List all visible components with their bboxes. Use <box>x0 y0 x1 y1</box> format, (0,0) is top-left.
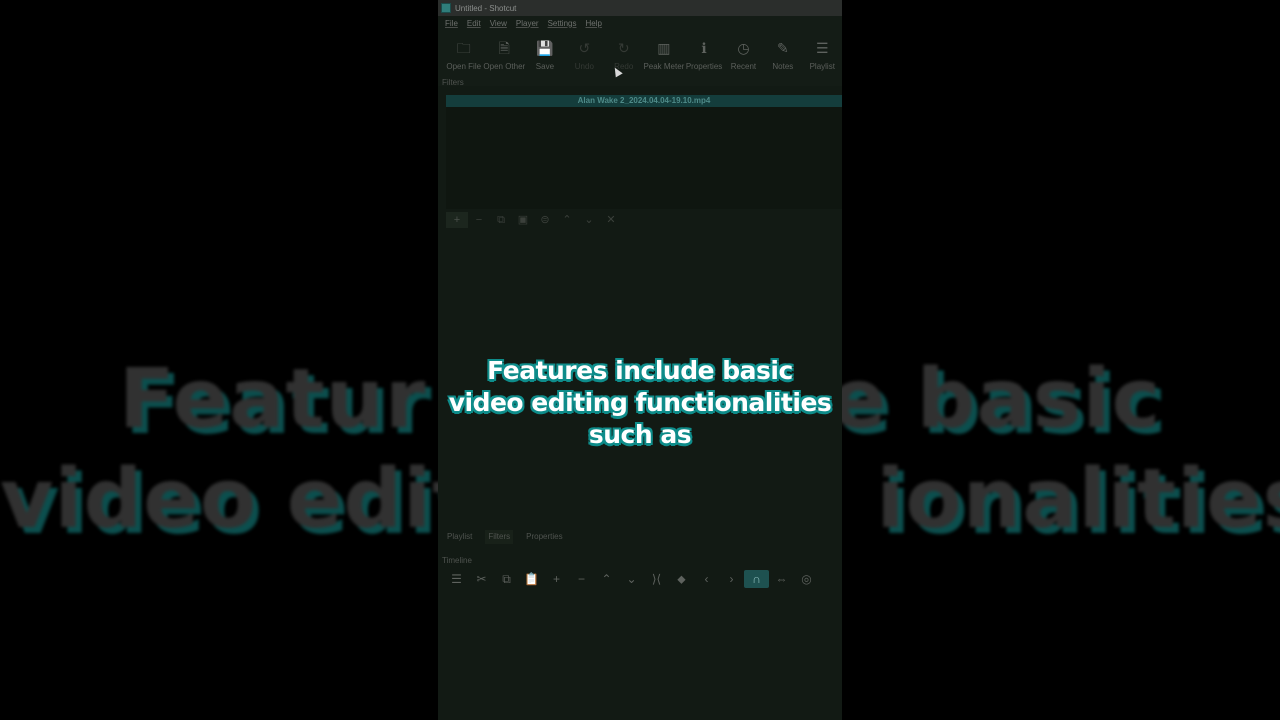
info-icon: ℹ <box>701 40 707 56</box>
ripple-icon[interactable]: ◎ <box>794 570 819 588</box>
toolbar-label: Open Other <box>483 62 526 71</box>
lift-icon[interactable]: ⌃ <box>594 570 619 588</box>
panel-tabs: Playlist Filters Properties <box>444 530 576 544</box>
caption-line3: such as <box>588 420 692 449</box>
selected-clip-name: Alan Wake 2_2024.04.04-19.10.mp4 <box>446 95 842 107</box>
filter-toolbar: + − ⧉ ▣ ⊜ ⌃ ⌄ ✕ <box>446 212 622 228</box>
timeline-menu-icon[interactable]: ☰ <box>444 570 469 588</box>
title-bar: Untitled - Shotcut <box>438 0 842 16</box>
undo-button[interactable]: ↺ Undo <box>565 30 604 86</box>
main-toolbar: 🗀 Open File 🗎 Open Other 💾 Save ↺ Undo ↻ Redo ▥ Pea… <box>438 30 842 86</box>
cut-icon[interactable]: ✂ <box>469 570 494 588</box>
previous-marker-icon[interactable]: ‹ <box>694 570 719 588</box>
menu-player[interactable]: Player <box>516 19 539 28</box>
redo-icon: ↻ <box>617 40 630 56</box>
append-icon[interactable]: + <box>544 570 569 588</box>
toolbar-label: Properties <box>685 62 723 71</box>
folder-open-icon: 🗀 <box>456 40 471 56</box>
menu-view[interactable]: View <box>490 19 507 28</box>
timeline-toolbar: ☰ ✂ ⧉ 📋 + − ⌃ ⌄ ⟩⟨ ⬥ ‹ › ∩ ⇔ ◎ <box>444 570 819 588</box>
menu-bar: File Edit View Player Settings Help <box>438 16 842 30</box>
list-icon: ☰ <box>815 40 829 56</box>
open-other-icon: 🗎 <box>498 40 510 56</box>
move-up-icon[interactable]: ⌃ <box>556 212 578 228</box>
recent-button[interactable]: ◷ Recent <box>724 30 763 86</box>
open-other-button[interactable]: 🗎 Open Other <box>483 30 525 86</box>
background-caption-line2b: ionalities <box>876 452 1280 547</box>
caption-line1: Features include basic <box>487 356 793 385</box>
save-preset-icon[interactable]: ⊜ <box>534 212 556 228</box>
scrub-icon[interactable]: ⇔ <box>769 570 794 588</box>
subtitle-caption: Features include basic video editing fun… <box>438 355 842 451</box>
background-caption-line1: Featur <box>118 352 427 447</box>
shotcut-logo-icon <box>441 3 451 13</box>
toolbar-label: Recent <box>730 62 757 71</box>
undo-icon: ↺ <box>578 40 591 56</box>
shotcut-window: Untitled - Shotcut File Edit View Player… <box>438 0 842 720</box>
deselect-icon[interactable]: ✕ <box>600 212 622 228</box>
overwrite-icon[interactable]: ⌄ <box>619 570 644 588</box>
marker-icon[interactable]: ⬥ <box>669 570 694 588</box>
copy-filter-icon[interactable]: ⧉ <box>490 212 512 228</box>
move-down-icon[interactable]: ⌄ <box>578 212 600 228</box>
toolbar-label: Peak Meter <box>643 62 685 71</box>
remove-filter-icon[interactable]: − <box>468 212 490 228</box>
caption-line2: video editing functionalities <box>448 388 832 417</box>
notes-icon: ✎ <box>776 40 789 56</box>
toolbar-label: Undo <box>574 62 594 71</box>
split-icon[interactable]: ⟩⟨ <box>644 570 669 588</box>
window-title: Untitled - Shotcut <box>455 3 517 13</box>
paste-filter-icon[interactable]: ▣ <box>512 212 534 228</box>
toolbar-label: Open File <box>446 62 482 71</box>
peak-meter-button[interactable]: ▥ Peak Meter <box>643 30 684 86</box>
menu-help[interactable]: Help <box>585 19 601 28</box>
menu-edit[interactable]: Edit <box>467 19 481 28</box>
toolbar-label: Playlist <box>809 62 835 71</box>
properties-button[interactable]: ℹ Properties <box>684 30 723 86</box>
timeline-panel-label: Timeline <box>442 556 472 565</box>
snap-icon[interactable]: ∩ <box>744 570 769 588</box>
copy-icon[interactable]: ⧉ <box>494 570 519 588</box>
next-marker-icon[interactable]: › <box>719 570 744 588</box>
ripple-delete-icon[interactable]: − <box>569 570 594 588</box>
background-caption-line1b: e basic <box>830 352 1162 447</box>
toolbar-label: Notes <box>772 62 794 71</box>
notes-button[interactable]: ✎ Notes <box>763 30 802 86</box>
menu-settings[interactable]: Settings <box>548 19 577 28</box>
background-caption-line2: video edit <box>0 452 473 547</box>
filters-list[interactable]: Alan Wake 2_2024.04.04-19.10.mp4 <box>446 95 842 209</box>
tab-playlist[interactable]: Playlist <box>444 530 475 544</box>
menu-file[interactable]: File <box>445 19 458 28</box>
redo-button[interactable]: ↻ Redo <box>604 30 643 86</box>
playlist-button[interactable]: ☰ Playlist <box>803 30 842 86</box>
paste-icon[interactable]: 📋 <box>519 570 544 588</box>
clock-icon: ◷ <box>737 40 750 56</box>
save-button[interactable]: 💾 Save <box>525 30 564 86</box>
tab-properties[interactable]: Properties <box>523 530 565 544</box>
tab-filters[interactable]: Filters <box>485 530 514 544</box>
add-filter-icon[interactable]: + <box>446 212 468 228</box>
filters-panel-label: Filters <box>442 78 464 87</box>
peak-meter-icon: ▥ <box>657 40 671 56</box>
save-icon: 💾 <box>536 40 554 56</box>
toolbar-label: Save <box>535 62 555 71</box>
